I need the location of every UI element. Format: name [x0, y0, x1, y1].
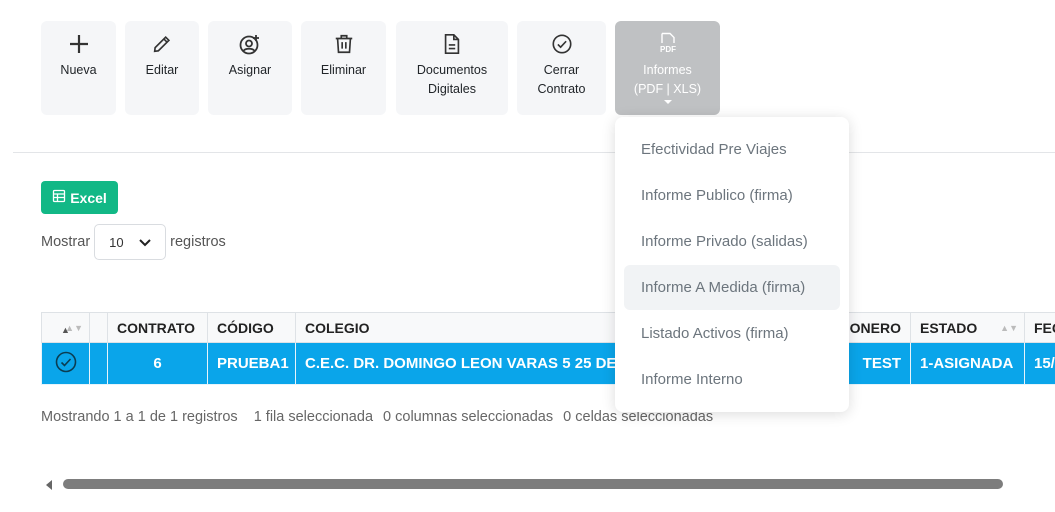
user-add-icon: [238, 32, 262, 56]
row-select-cell[interactable]: [41, 342, 90, 385]
excel-label: Excel: [70, 189, 107, 206]
horizontal-scrollbar[interactable]: [43, 477, 1055, 491]
length-prefix: Mostrar: [41, 234, 91, 250]
documentos-label-1: Documentos: [416, 63, 488, 77]
fecha-cell[interactable]: 15/: [1024, 342, 1055, 385]
eliminar-label: Eliminar: [320, 63, 367, 77]
pencil-icon: [150, 32, 174, 56]
sort-icon: ▲▼: [65, 323, 83, 333]
onero-header-label: ONERO: [849, 319, 901, 336]
plus-icon: [67, 32, 91, 56]
blank-cell: [89, 342, 108, 385]
menu-item-informe-interno[interactable]: Informe Interno: [624, 357, 840, 402]
menu-item-listado-activos[interactable]: Listado Activos (firma): [624, 311, 840, 356]
colegio-header-label: COLEGIO: [305, 319, 370, 336]
estado-header-label: ESTADO: [920, 319, 978, 336]
menu-item-informe-a-medida[interactable]: Informe A Medida (firma): [624, 265, 840, 310]
asignar-button[interactable]: Asignar: [208, 21, 292, 115]
chevron-down-icon: [139, 235, 151, 250]
cerrar-contrato-button[interactable]: Cerrar Contrato: [517, 21, 606, 115]
trash-icon: [332, 32, 356, 56]
length-suffix: registros: [170, 234, 226, 250]
excel-button[interactable]: Excel: [41, 181, 118, 214]
menu-item-informe-privado[interactable]: Informe Privado (salidas): [624, 219, 840, 264]
scrollbar-thumb[interactable]: [63, 479, 1003, 489]
fecha-header-label: FEC: [1034, 319, 1055, 336]
asignar-label: Asignar: [228, 63, 272, 77]
pdf-icon-text: PDF: [660, 45, 676, 54]
page-length-value: 10: [109, 234, 124, 250]
column-header-fecha[interactable]: FEC: [1024, 312, 1055, 343]
contrato-cell[interactable]: 6: [107, 342, 208, 385]
informes-label-1: Informes: [643, 63, 692, 77]
informes-dropdown-menu: Efectividad Pre Viajes Informe Publico (…: [615, 117, 849, 412]
nueva-label: Nueva: [60, 63, 97, 77]
pdf-file-icon: PDF: [656, 32, 680, 56]
divider: [13, 152, 1055, 153]
cerrar-label-2: Contrato: [537, 82, 586, 96]
documentos-digitales-button[interactable]: Documentos Digitales: [396, 21, 508, 115]
editar-label: Editar: [145, 63, 179, 77]
page-length-select[interactable]: 10: [94, 224, 167, 260]
scroll-left-arrow-icon[interactable]: [46, 480, 52, 490]
page-length-control: Mostrar 10 registros: [41, 224, 226, 260]
document-icon: [440, 32, 464, 56]
cerrar-label-1: Cerrar: [543, 63, 580, 77]
documentos-label-2: Digitales: [428, 82, 476, 96]
informes-button[interactable]: PDF Informes (PDF | XLS): [615, 21, 720, 115]
column-header-codigo[interactable]: CÓDIGO: [207, 312, 296, 343]
codigo-cell[interactable]: PRUEBA1: [207, 342, 296, 385]
select-column-header[interactable]: ▲ ▲▼: [41, 312, 90, 343]
menu-item-efectividad-pre-viajes[interactable]: Efectividad Pre Viajes: [624, 127, 840, 172]
check-circle-icon: [55, 351, 77, 377]
records-info: Mostrando 1 a 1 de 1 registros: [41, 409, 238, 425]
column-header-estado[interactable]: ESTADO ▲▼: [910, 312, 1025, 343]
blank-column-header: [89, 312, 108, 343]
columns-selected-info: 0 columnas seleccionadas: [383, 409, 554, 425]
codigo-header-label: CÓDIGO: [217, 319, 274, 336]
spreadsheet-icon: [52, 189, 66, 206]
rows-selected-info: 1 fila seleccionada: [253, 409, 374, 425]
sort-icon: ▲▼: [1000, 323, 1018, 333]
column-header-contrato[interactable]: CONTRATO: [107, 312, 208, 343]
editar-button[interactable]: Editar: [125, 21, 199, 115]
data-table: ▲ ▲▼ CONTRATO CÓDIGO COLEGIO ONERO ESTADO…: [41, 312, 1055, 385]
table-header-row: ▲ ▲▼ CONTRATO CÓDIGO COLEGIO ONERO ESTADO…: [41, 312, 1055, 343]
contrato-header-label: CONTRATO: [117, 319, 196, 336]
informes-label-2: (PDF | XLS): [633, 82, 702, 96]
nueva-button[interactable]: Nueva: [41, 21, 116, 115]
table-row[interactable]: 6 PRUEBA1 C.E.C. DR. DOMINGO LEON VARAS …: [41, 342, 1055, 385]
eliminar-button[interactable]: Eliminar: [301, 21, 386, 115]
check-circle-icon: [550, 32, 574, 56]
estado-cell[interactable]: 1-ASIGNADA: [910, 342, 1025, 385]
menu-item-informe-publico[interactable]: Informe Publico (firma): [624, 173, 840, 218]
caret-down-icon: [663, 100, 672, 104]
